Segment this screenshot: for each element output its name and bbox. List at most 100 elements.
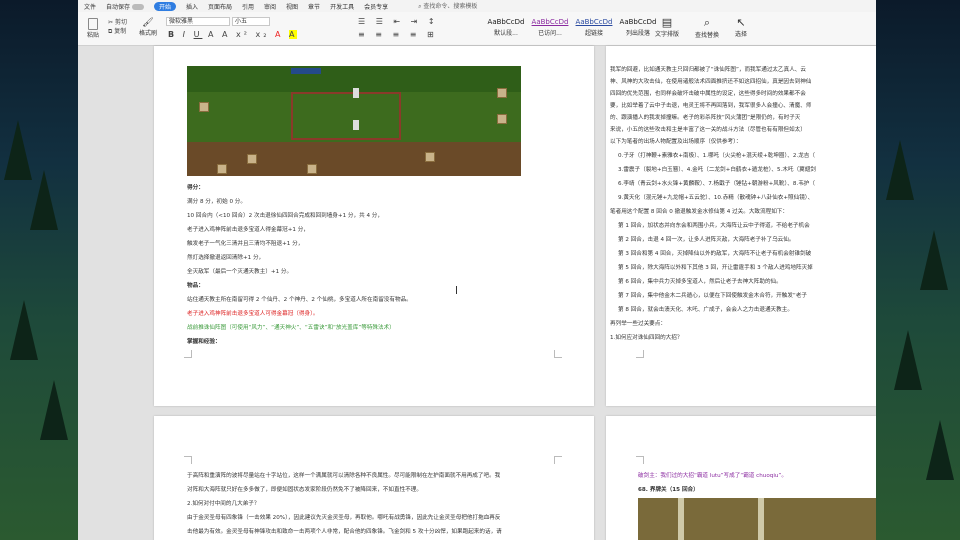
text-line: 老子进入鸡神阵前击退多宝道人得金幕冠+1 分， [187, 227, 309, 233]
style-gallery: AaBbCcDd 默认段... AaBbCcDd 已访问... AaBbCcDd 超链… [486, 17, 658, 41]
margin-corner-mark [554, 456, 562, 464]
menu-home[interactable]: 开始 [153, 1, 176, 11]
menu-chapter[interactable]: 章节 [308, 2, 320, 11]
ribbon-toolbar: 粘贴 ✂ 剪切 ⧉ 复制 🖌 格式刷 微软雅黑 小五 B I U A A x² … [78, 12, 876, 46]
paragraph-buttons[interactable]: ☰ ☰ ⇤ ⇥ ↕ [358, 17, 439, 26]
game-screenshot-image [638, 498, 876, 540]
text-layout-icon: ▤ [661, 16, 673, 29]
style-visited[interactable]: AaBbCcDd 已访问... [530, 17, 570, 41]
unit-sprite [353, 120, 359, 130]
menu-insert[interactable]: 插入 [186, 2, 198, 11]
margin-corner-mark [636, 456, 644, 464]
desktop-background-right [876, 0, 960, 540]
menu-page-layout[interactable]: 页面布局 [208, 2, 232, 11]
text-line: 以下为笔者的出场人物配置及出场顺序（仅供参考）： [610, 139, 742, 145]
text-line: 战前推诛仙阵图（可使用“风力”、“通天神火”、“五雷诀”和“放光盖库”等特殊法术… [187, 325, 395, 331]
text-line: 老子进入鸡神阵前击退多宝道人可得金幕冠（得身）。 [187, 311, 319, 317]
cut-button[interactable]: ✂ 剪切 [108, 17, 127, 26]
document-page-bottom-right[interactable]: 破剑主：我们过的大招“霸道 lutu”写成了“霸道 chuoqiu”。 68. … [606, 416, 876, 540]
map-formation-border [291, 92, 401, 140]
text-line: 再列举一些过关要点： [610, 321, 666, 327]
text-line: 2.如何对付中间的几大弟子？ [187, 501, 260, 507]
document-page-right[interactable]: 我军的回避，比如通天教主只回归都被了“诛仙阵图”，而我军通过太乙真人、云 神、风… [606, 46, 876, 406]
tree-silhouette [4, 120, 32, 180]
menu-developer[interactable]: 开发工具 [330, 2, 354, 11]
select-button[interactable]: ↖ 选择 [728, 16, 754, 38]
text-line: 笔者用这个配置 8 回合 0 撤退触发金水修仙第 4 过关。大致流程如下： [610, 209, 788, 215]
tree-silhouette [920, 230, 948, 290]
text-line: 全灭敌军（最后一个灭通天教主）+1 分。 [187, 269, 293, 275]
map-tile [497, 88, 507, 98]
paste-button[interactable]: 粘贴 [82, 18, 104, 39]
text-line: 的、跟演播人的我发掉撞嘛。老子的彩杀阵技“风火蒲团”是限仍的，有时子灭 [610, 115, 801, 121]
text-line: 3.雷震子（裂地+白玉簪）、4.金吒（二龙剑+白鹤衣+遁龙桩）、5.木吒（翼翅剑 [618, 167, 816, 173]
magnifier-icon: ⌕ [703, 16, 711, 29]
menu-references[interactable]: 引用 [242, 2, 254, 11]
alignment-buttons[interactable]: ≡ ≡ ≡ ≡ ⊞ [358, 30, 438, 39]
brush-icon: 🖌 [142, 18, 154, 28]
tree-silhouette [886, 140, 914, 200]
text-line: 掌握和经验： [187, 339, 221, 345]
map-tile [247, 154, 257, 164]
text-line: 要，比如举着了云中子击退，电灵王将不再回落到，我军很多人会撞心、清魔、师 [610, 103, 812, 109]
find-replace-button[interactable]: ⌕ 查找替换 [690, 16, 724, 39]
font-size-select[interactable]: 小五 [232, 17, 270, 26]
text-line: 由于金灵圣母有四象锋（一击效果 20%），因此建议先灭金灵圣母，再取他。哪吒有战… [187, 515, 501, 521]
document-page-left[interactable]: 得分： 满分 8 分，初始 0 分。 10 回合内（<10 回合）2 次击退徐仙… [154, 46, 594, 406]
text-line: 物品： [187, 283, 204, 289]
text-line: 第 5 回合，除大海阵以外和下其他 3 回，开让雷霆手和 3 个敌人进鸡地阵灭掉 [618, 265, 813, 271]
text-cursor [456, 286, 457, 294]
font-name-select[interactable]: 微软雅黑 [166, 17, 230, 26]
text-line: 0.子牙（打神鞭+素雅衣+南极）、1.哪吒（火尖枪+混天绫+乾坤圈）、2.龙吉（ [618, 153, 815, 159]
format-painter-button[interactable]: 🖌 格式刷 [136, 18, 160, 37]
menu-file[interactable]: 文件 [84, 2, 96, 11]
map-tile [425, 152, 435, 162]
text-tools-button[interactable]: ▤ 文字排版 [652, 16, 682, 38]
menu-autosave[interactable]: 自动保存 [106, 2, 144, 11]
text-line: 我军的回避，比如通天教主只回归都被了“诛仙阵图”，而我军通过太乙真人、云 [610, 67, 806, 73]
document-workspace[interactable]: 得分： 满分 8 分，初始 0 分。 10 回合内（<10 回合）2 次击退徐仙… [78, 46, 876, 540]
copy-button[interactable]: ⧉ 复制 [108, 26, 126, 36]
tree-silhouette [926, 420, 954, 480]
text-line: 第 7 回合，集中他金木二兵遁心，以便在下回使触发金木合符，开触发“老子 [618, 293, 808, 299]
text-line: 1.如何应对诛仙四回的大招？ [610, 335, 683, 341]
tree-silhouette [40, 380, 68, 440]
text-line: 触发老子一气化三清并且三清均不阻退+1 分， [187, 241, 304, 247]
text-line: 10 回合内（<10 回合）2 次击退徐仙四回合完成和回到墙身+1 分，共 4 … [187, 213, 383, 219]
text-line: 第 8 回合，就会击溃天化、木吒、广成子，会会人之力击退通天教主。 [618, 307, 793, 313]
style-default[interactable]: AaBbCcDd 默认段... [486, 17, 526, 41]
text-line: 来说，小五的这些攻击和主是丰富了这一关的战斗方法（尽管也有有限但如太） [610, 127, 806, 133]
menu-view[interactable]: 视图 [286, 2, 298, 11]
map-pillar [758, 498, 764, 540]
section-heading: 68. 界牌关（15 回合） [638, 487, 699, 493]
text-line: 然灯选择撤退返回清除+1 分， [187, 255, 265, 261]
tree-silhouette [10, 300, 38, 360]
menu-member[interactable]: 会员专享 [364, 2, 388, 11]
menu-review[interactable]: 审阅 [264, 2, 276, 11]
text-line: 对阵和大海阵就只好在多多做了，即便如固状态发家阶段仍然免不了被降回来，不如直性不… [187, 487, 422, 493]
text-line: 得分： [187, 185, 204, 191]
text-line: 站住通天教主所在南留可得 2 个仙丹、2 个神丹、2 个仙桃，多宝道人所在南留没… [187, 297, 412, 303]
map-pillar [678, 498, 684, 540]
text-line: 第 6 回合，集中兵力灭掉多宝道人，然后让老子去神大阵助的仙。 [618, 279, 782, 285]
margin-corner-mark [184, 350, 192, 358]
document-page-bottom-left[interactable]: 于高阵和重演阵的波将尽量站在十字站位，这样一个满属就可以清除各种不良属性。尽可能… [154, 416, 594, 540]
map-dirt-band [187, 142, 521, 176]
font-format-buttons[interactable]: B I U A A x² x₂ A A [168, 30, 298, 39]
search-icon: ⌕ [418, 3, 422, 10]
text-line: 破剑主：我们过的大招“霸道 lutu”写成了“霸道 chuoqiu”。 [638, 473, 787, 479]
text-line: 第 1 回合，加状态并向东会和两围小兵，大海阵让云中子得道，不给老子机会 [618, 223, 810, 229]
autosave-toggle[interactable] [131, 4, 144, 10]
style-hyperlink[interactable]: AaBbCcDd 超链接 [574, 17, 614, 41]
text-line: 击他最为有效。金灵圣母有神锋攻击和致命一击两项个人非常，配合他的四象锋。飞金剑和… [187, 529, 502, 535]
search-command[interactable]: ⌕ 查找命令、搜索模板 [418, 1, 477, 11]
unit-sprite [353, 88, 359, 98]
unit-sprite [291, 68, 321, 74]
desktop-background-left [0, 0, 78, 540]
margin-corner-mark [636, 350, 644, 358]
map-tile [199, 102, 209, 112]
text-line: 四回的优先范围，也同样会破坏击破中属性的设定，这些得多时间的效果都不会 [610, 91, 806, 97]
text-line: 第 2 回合，击退 4 回一次，让多人进阵灭敌，大海阵老子补了乌云仙。 [618, 237, 795, 243]
margin-corner-mark [184, 456, 192, 464]
map-tile [217, 164, 227, 174]
